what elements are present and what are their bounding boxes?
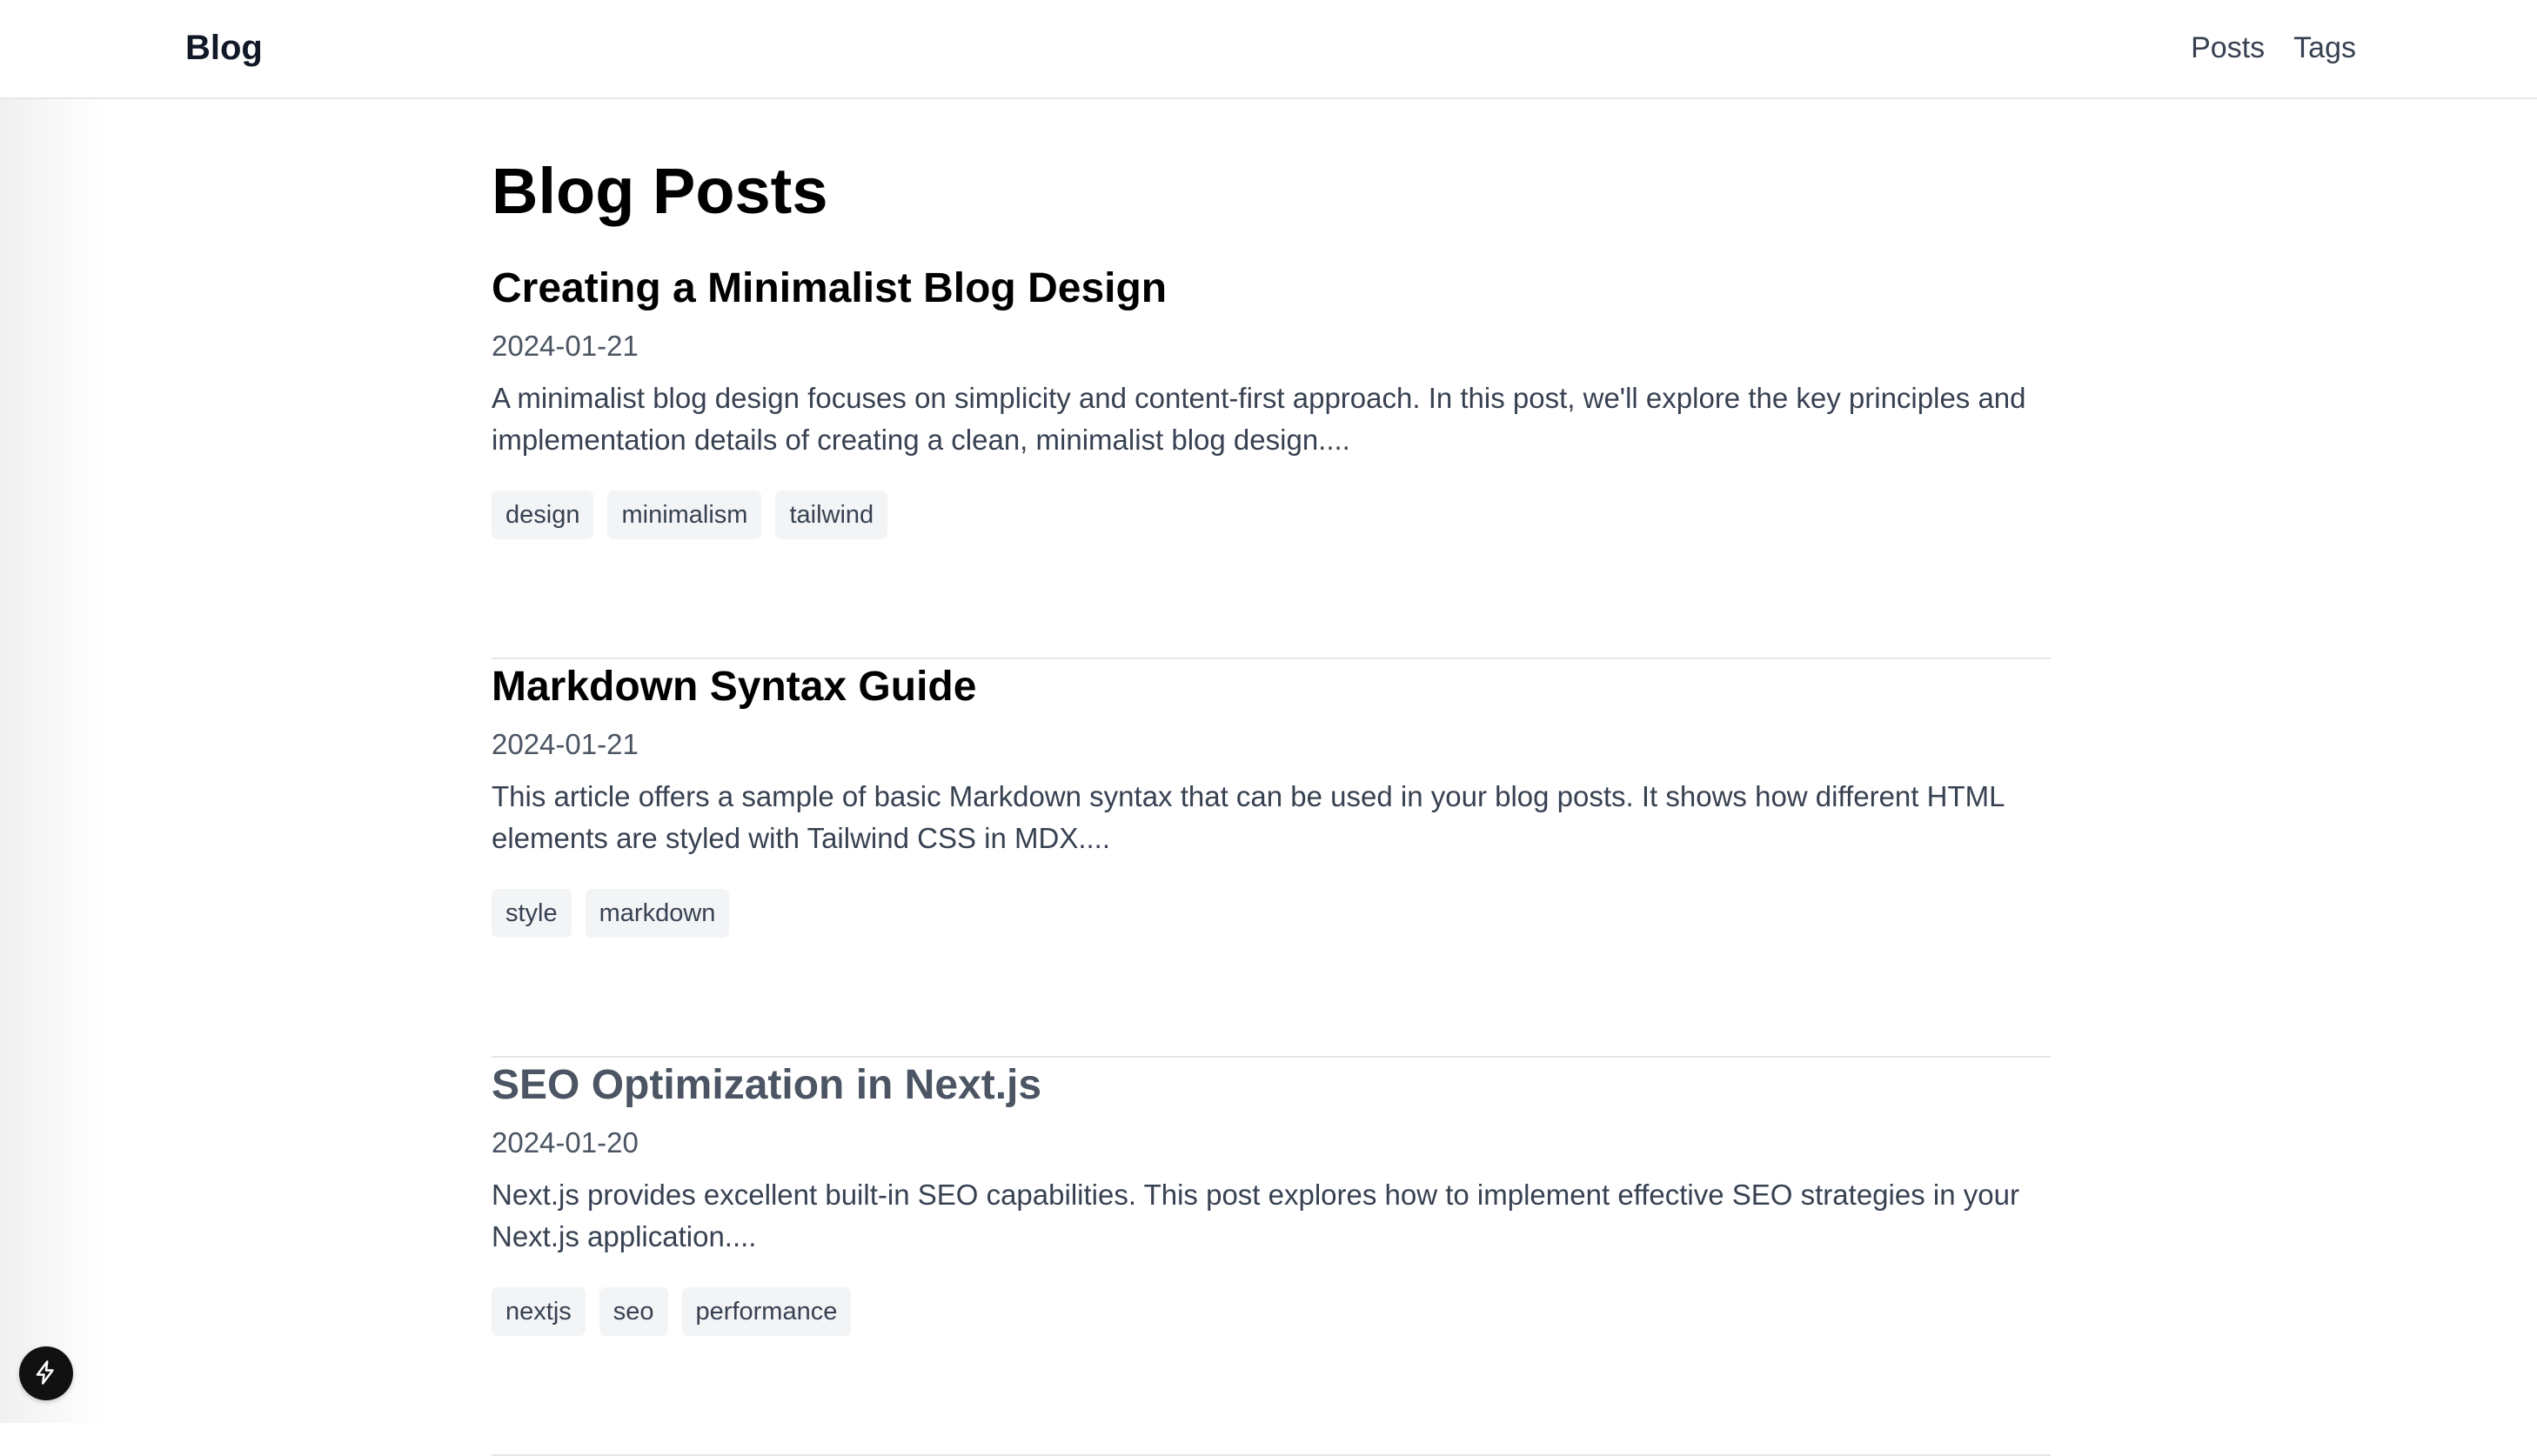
page-title: Blog Posts — [492, 155, 828, 227]
post-card: Markdown Syntax Guide 2024-01-21 This ar… — [492, 659, 2051, 1058]
post-title-link[interactable]: Markdown Syntax Guide — [492, 659, 976, 715]
post-tags: nextjs seo performance — [492, 1287, 852, 1336]
post-title-link[interactable]: Creating a Minimalist Blog Design — [492, 261, 1167, 317]
tag-chip[interactable]: style — [492, 889, 572, 938]
tag-chip[interactable]: design — [492, 491, 594, 539]
post-date: 2024-01-20 — [492, 1126, 639, 1159]
post-excerpt: This article offers a sample of basic Ma… — [492, 780, 2005, 854]
lightning-bolt-icon — [33, 1359, 59, 1388]
post-list: Creating a Minimalist Blog Design 2024-0… — [492, 261, 2051, 1456]
post-card: SEO Optimization in Next.js 2024-01-20 N… — [492, 1058, 2051, 1456]
post-date: 2024-01-21 — [492, 330, 639, 362]
tag-chip[interactable]: markdown — [585, 889, 730, 938]
site-logo[interactable]: Blog — [185, 23, 263, 72]
post-excerpt: A minimalist blog design focuses on simp… — [492, 382, 2026, 456]
tag-chip[interactable]: seo — [599, 1287, 668, 1336]
tag-chip[interactable]: performance — [681, 1287, 852, 1336]
post-tags: design minimalism tailwind — [492, 491, 888, 539]
main-content: Blog Posts Creating a Minimalist Blog De… — [492, 148, 2051, 1456]
site-header: Blog Posts Tags — [0, 0, 2537, 99]
post-excerpt: Next.js provides excellent built-in SEO … — [492, 1179, 2019, 1252]
tag-chip[interactable]: nextjs — [492, 1287, 586, 1336]
nav-link-tags[interactable]: Tags — [2293, 23, 2356, 72]
floating-action-button[interactable] — [19, 1346, 73, 1400]
tag-chip[interactable]: minimalism — [607, 491, 762, 539]
tag-chip[interactable]: tailwind — [775, 491, 888, 539]
post-card: Creating a Minimalist Blog Design 2024-0… — [492, 261, 2051, 659]
post-tags: style markdown — [492, 889, 730, 938]
post-title-link[interactable]: SEO Optimization in Next.js — [492, 1058, 1041, 1113]
nav-link-posts[interactable]: Posts — [2191, 23, 2265, 72]
top-navigation: Posts Tags — [2191, 23, 2356, 72]
post-date: 2024-01-21 — [492, 728, 639, 760]
left-edge-shadow — [0, 0, 104, 1423]
